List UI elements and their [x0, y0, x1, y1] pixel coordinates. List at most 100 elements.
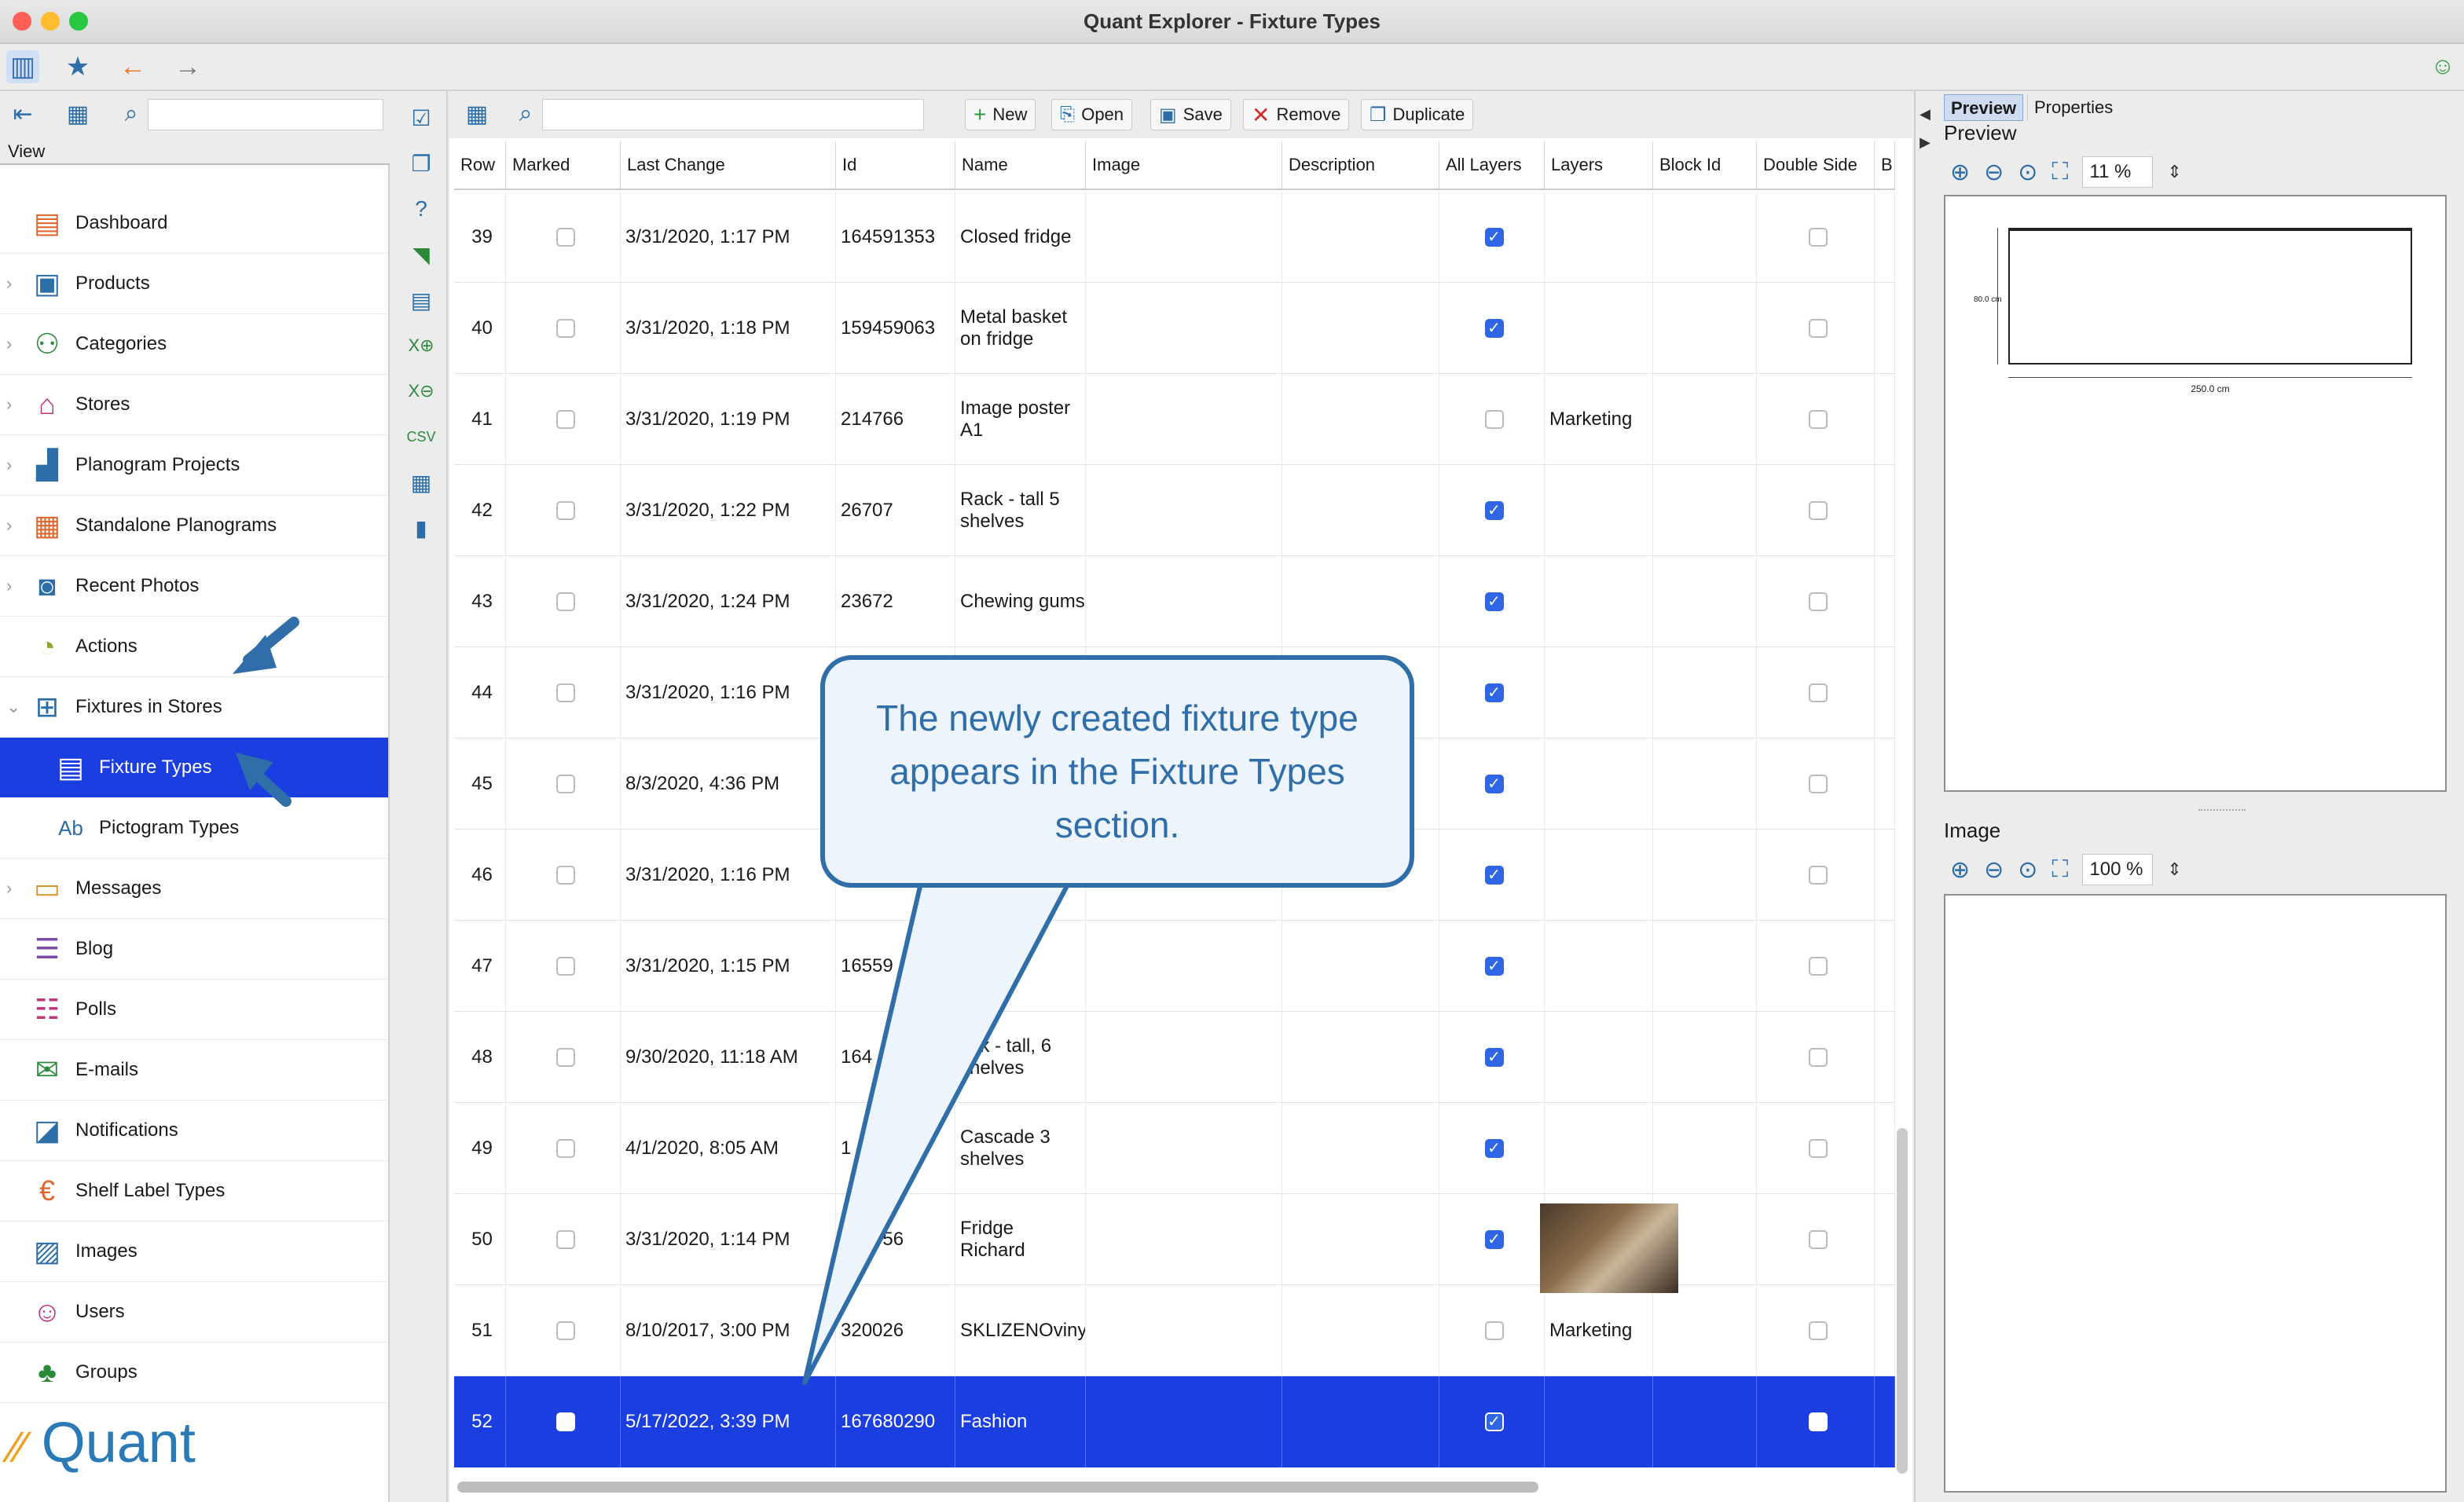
- name-cell[interactable]: Closed fridge: [955, 192, 1086, 283]
- sidebar-item-groups[interactable]: ♣ Groups: [0, 1343, 388, 1403]
- id-cell[interactable]: 23672: [836, 556, 955, 647]
- description-cell[interactable]: [1282, 556, 1439, 647]
- id-cell[interactable]: 159459063: [836, 283, 955, 374]
- marked-cell[interactable]: [506, 1103, 621, 1194]
- sidebar-item-standalone-planograms[interactable]: › ▦ Standalone Planograms: [0, 496, 388, 556]
- layers-cell[interactable]: [1545, 1012, 1653, 1103]
- id-cell[interactable]: 26707: [836, 465, 955, 556]
- all-layers-checkbox[interactable]: ✓: [1484, 592, 1504, 611]
- last-change-cell[interactable]: 3/31/2020, 1:22 PM: [621, 465, 836, 556]
- sidebar-item-dashboard[interactable]: ▤ Dashboard: [0, 193, 388, 254]
- double-side-checkbox[interactable]: [1808, 501, 1828, 520]
- csv-icon[interactable]: CSV: [405, 421, 437, 452]
- block-id-cell[interactable]: [1653, 556, 1757, 647]
- name-cell[interactable]: Metal basket on fridge: [955, 283, 1086, 374]
- sidebar-toggle-icon[interactable]: ▥: [6, 50, 39, 83]
- sidebar-item-polls[interactable]: ☷ Polls: [0, 980, 388, 1040]
- sidebar-item-fixtures-in-stores[interactable]: ⌄ ⊞ Fixtures in Stores: [0, 677, 388, 738]
- last-change-cell[interactable]: 5/17/2022, 3:39 PM: [621, 1376, 836, 1467]
- id-cell[interactable]: 164591353: [836, 192, 955, 283]
- column-header-id[interactable]: Id: [836, 141, 955, 189]
- image-cell[interactable]: [1086, 374, 1282, 465]
- column-header-double-side[interactable]: Double Side: [1757, 141, 1875, 189]
- image-cell[interactable]: [1086, 1194, 1282, 1285]
- table-row[interactable]: 47 3/31/2020, 1:15 PM 16559 el Eco es ✓: [454, 921, 1895, 1012]
- id-cell[interactable]: 164: [836, 1012, 955, 1103]
- zoom-fit-icon[interactable]: ⛶: [2052, 856, 2068, 883]
- layers-cell[interactable]: [1545, 556, 1653, 647]
- table-row[interactable]: 48 9/30/2020, 11:18 AM 164 ack - tall, 6 sh…: [454, 1012, 1895, 1103]
- bx-cell[interactable]: [1875, 192, 1895, 283]
- all-layers-cell[interactable]: ✓: [1439, 647, 1545, 738]
- status-smiley-icon[interactable]: ☺: [2426, 50, 2459, 83]
- mark-all-icon[interactable]: ☑: [405, 102, 437, 134]
- all-layers-checkbox[interactable]: ✓: [1484, 683, 1504, 702]
- bx-cell[interactable]: [1875, 283, 1895, 374]
- double-side-cell[interactable]: [1757, 921, 1875, 1012]
- sidebar-item-fixture-types[interactable]: ▤ Fixture Types: [0, 738, 388, 798]
- marked-checkbox[interactable]: [556, 1321, 575, 1340]
- new-button[interactable]: + New: [965, 99, 1036, 130]
- save-button[interactable]: ▣ Save: [1150, 99, 1231, 130]
- marked-cell[interactable]: [506, 374, 621, 465]
- tag-icon[interactable]: ◥: [405, 239, 437, 270]
- column-header-marked[interactable]: Marked: [506, 141, 621, 189]
- layers-cell[interactable]: [1545, 1103, 1653, 1194]
- last-change-cell[interactable]: 8/10/2017, 3:00 PM: [621, 1285, 836, 1376]
- zoom-reset-icon[interactable]: ⊙: [2018, 159, 2037, 186]
- sidebar-item-recent-photos[interactable]: › ◙ Recent Photos: [0, 556, 388, 617]
- all-layers-cell[interactable]: ✓: [1439, 830, 1545, 921]
- column-header-last-change[interactable]: Last Change: [621, 141, 836, 189]
- zoom-stepper-icon[interactable]: ⇕: [2167, 859, 2181, 880]
- all-layers-checkbox[interactable]: ✓: [1484, 1139, 1504, 1158]
- description-cell[interactable]: [1282, 283, 1439, 374]
- id-cell[interactable]: 214766: [836, 374, 955, 465]
- sidebar-item-emails[interactable]: ✉ E-mails: [0, 1040, 388, 1101]
- marked-cell[interactable]: [506, 738, 621, 830]
- double-side-checkbox[interactable]: [1808, 410, 1828, 429]
- zoom-fit-icon[interactable]: ⛶: [2052, 159, 2068, 185]
- splitter-handle[interactable]: [2198, 809, 2246, 811]
- chevron-right-icon[interactable]: ›: [6, 334, 12, 354]
- table-row[interactable]: 51 8/10/2017, 3:00 PM 320026 SKLIZENOviny Ma…: [454, 1285, 1895, 1376]
- remove-button[interactable]: ✕ Remove: [1243, 99, 1350, 130]
- column-header-all-layers[interactable]: All Layers: [1439, 141, 1545, 189]
- description-cell[interactable]: [1282, 1285, 1439, 1376]
- marked-cell[interactable]: [506, 830, 621, 921]
- sidebar-item-shelf-label-types[interactable]: € Shelf Label Types: [0, 1161, 388, 1222]
- vertical-scrollbar[interactable]: [1897, 1128, 1908, 1474]
- bx-cell[interactable]: [1875, 738, 1895, 830]
- layers-cell[interactable]: [1545, 283, 1653, 374]
- image-cell[interactable]: [1086, 1376, 1282, 1467]
- last-change-cell[interactable]: 8/3/2020, 4:36 PM: [621, 738, 836, 830]
- marked-cell[interactable]: [506, 1194, 621, 1285]
- excel-export-icon[interactable]: X⊖: [405, 376, 437, 407]
- tab-properties[interactable]: Properties: [2027, 94, 2119, 121]
- zoom-reset-icon[interactable]: ⊙: [2018, 856, 2037, 884]
- last-change-cell[interactable]: 3/31/2020, 1:16 PM: [621, 647, 836, 738]
- bx-cell[interactable]: [1875, 830, 1895, 921]
- layers-cell[interactable]: [1545, 192, 1653, 283]
- image-cell[interactable]: [1086, 192, 1282, 283]
- zoom-in-icon[interactable]: ⊕: [1950, 159, 1970, 186]
- table-row[interactable]: 50 3/31/2020, 1:14 PM 491756 Fridge Richard…: [454, 1194, 1895, 1285]
- layers-cell[interactable]: [1545, 1376, 1653, 1467]
- table-export-icon[interactable]: ▦: [405, 467, 437, 498]
- block-id-cell[interactable]: [1653, 647, 1757, 738]
- double-side-checkbox[interactable]: [1808, 1139, 1828, 1158]
- list-icon[interactable]: ▤: [405, 284, 437, 316]
- bx-cell[interactable]: [1875, 1012, 1895, 1103]
- chart-icon[interactable]: ▮: [405, 512, 437, 544]
- bx-cell[interactable]: [1875, 1103, 1895, 1194]
- name-cell[interactable]: Rack - tall 5 shelves: [955, 465, 1086, 556]
- double-side-checkbox[interactable]: [1808, 592, 1828, 611]
- sidebar-item-stores[interactable]: › ⌂ Stores: [0, 375, 388, 435]
- all-layers-cell[interactable]: [1439, 1285, 1545, 1376]
- description-cell[interactable]: [1282, 921, 1439, 1012]
- name-cell[interactable]: Fridge Richard: [955, 1194, 1086, 1285]
- bx-cell[interactable]: [1875, 556, 1895, 647]
- id-cell[interactable]: 16559: [836, 921, 955, 1012]
- table-row[interactable]: 43 3/31/2020, 1:24 PM 23672 Chewing gums ✓: [454, 556, 1895, 647]
- help-icon[interactable]: ?: [405, 193, 437, 225]
- copy-icon[interactable]: ❐: [405, 148, 437, 179]
